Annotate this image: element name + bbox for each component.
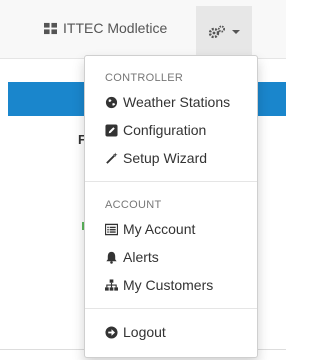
menu-item-my-customers[interactable]: My Customers bbox=[85, 271, 257, 299]
menu-item-configuration[interactable]: Configuration bbox=[85, 116, 257, 144]
menu-item-label: Alerts bbox=[123, 249, 159, 265]
settings-dropdown-menu: CONTROLLER Weather Stations Configuratio… bbox=[84, 55, 258, 358]
menu-item-label: Setup Wizard bbox=[123, 150, 208, 166]
menu-item-my-account[interactable]: My Account bbox=[85, 215, 257, 243]
sitemap-icon bbox=[105, 278, 118, 291]
menu-divider bbox=[85, 181, 257, 182]
menu-item-logout[interactable]: Logout bbox=[85, 318, 257, 346]
menu-divider bbox=[85, 308, 257, 309]
grid-icon bbox=[44, 22, 57, 34]
chevron-down-icon bbox=[232, 30, 240, 34]
section-header-account: ACCOUNT bbox=[105, 199, 162, 211]
edit-icon bbox=[105, 123, 118, 137]
menu-item-label: Weather Stations bbox=[123, 94, 231, 110]
menu-item-label: My Customers bbox=[123, 277, 214, 293]
menu-item-label: Logout bbox=[123, 324, 166, 340]
list-alt-icon bbox=[105, 223, 118, 235]
menu-item-label: Configuration bbox=[123, 122, 207, 138]
bell-icon bbox=[106, 251, 117, 264]
menu-item-alerts[interactable]: Alerts bbox=[85, 243, 257, 271]
gears-icon bbox=[208, 25, 225, 39]
circle-arrow-right-icon bbox=[105, 325, 118, 339]
menu-item-weather-stations[interactable]: Weather Stations bbox=[85, 88, 257, 116]
top-navbar: ITTEC Modletice bbox=[0, 0, 286, 59]
globe-icon bbox=[105, 96, 118, 108]
brand-label: ITTEC Modletice bbox=[63, 20, 168, 36]
magic-wand-icon bbox=[106, 151, 118, 164]
brand-link[interactable]: ITTEC Modletice bbox=[44, 15, 167, 41]
menu-item-setup-wizard[interactable]: Setup Wizard bbox=[85, 144, 257, 172]
section-header-controller: CONTROLLER bbox=[105, 72, 184, 84]
settings-menu-toggle[interactable] bbox=[196, 6, 252, 58]
menu-item-label: My Account bbox=[123, 221, 196, 237]
